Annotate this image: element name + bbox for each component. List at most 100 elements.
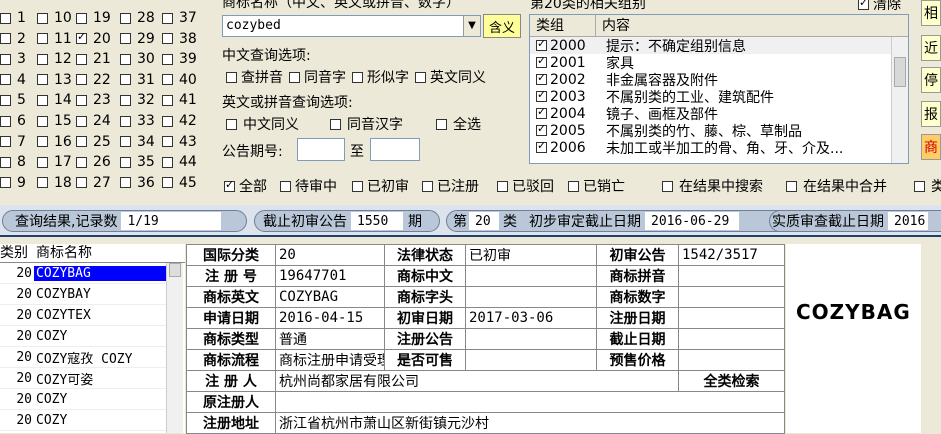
class-checkbox[interactable] bbox=[76, 156, 87, 168]
class-option-27[interactable]: 27 bbox=[76, 173, 111, 193]
class-checkbox[interactable] bbox=[0, 94, 11, 106]
class-checkbox[interactable] bbox=[120, 177, 131, 189]
class-option-30[interactable]: 30 bbox=[120, 49, 155, 69]
trademark-row[interactable]: 20 COZY寇孜 COZY bbox=[0, 347, 166, 368]
class-option-22[interactable]: 22 bbox=[76, 70, 111, 90]
class-checkbox[interactable] bbox=[76, 74, 87, 86]
class-checkbox[interactable] bbox=[76, 12, 87, 24]
class-option-26[interactable]: 26 bbox=[76, 152, 111, 172]
issue-to-input[interactable] bbox=[370, 138, 420, 161]
group-checkbox[interactable] bbox=[536, 88, 547, 102]
result-option-checkbox[interactable] bbox=[662, 180, 673, 192]
class-option-14[interactable]: 14 bbox=[37, 90, 72, 110]
result-option-checkbox[interactable] bbox=[914, 180, 925, 192]
class-option-3[interactable]: 3 bbox=[0, 49, 26, 69]
class-option-13[interactable]: 13 bbox=[37, 70, 72, 90]
class-checkbox[interactable] bbox=[37, 115, 48, 127]
class-option-25[interactable]: 25 bbox=[76, 132, 111, 152]
status-filter[interactable]: 全部 bbox=[224, 176, 267, 196]
trademark-scrollbar[interactable] bbox=[166, 263, 183, 433]
trademark-row[interactable]: 20 COZYTEX bbox=[0, 305, 166, 326]
groups-scroll-thumb[interactable] bbox=[894, 57, 906, 87]
class-option-15[interactable]: 15 bbox=[37, 111, 72, 131]
trademark-row[interactable]: 20 COZYBAY bbox=[0, 284, 166, 305]
group-row[interactable]: 2000提示：不确定组别信息 bbox=[530, 37, 908, 55]
group-checkbox[interactable] bbox=[536, 37, 547, 51]
status-checkbox[interactable] bbox=[280, 180, 291, 192]
issue-from-input[interactable] bbox=[297, 138, 345, 161]
result-option-checkbox[interactable] bbox=[786, 180, 797, 192]
class-checkbox[interactable] bbox=[76, 30, 87, 45]
class-option-44[interactable]: 44 bbox=[162, 152, 197, 172]
class-option-5[interactable]: 5 bbox=[0, 90, 26, 110]
hanyi-button[interactable]: 含义 bbox=[483, 14, 521, 38]
group-row[interactable]: 2005不属别类的竹、藤、棕、草制品 bbox=[530, 122, 908, 140]
class-option-34[interactable]: 34 bbox=[120, 132, 155, 152]
class-option-9[interactable]: 9 bbox=[0, 173, 26, 193]
cn-option-checkbox[interactable] bbox=[226, 71, 237, 83]
group-row[interactable]: 2002非金属容器及附件 bbox=[530, 71, 908, 89]
all-class-search-button[interactable]: 全类检索 bbox=[678, 370, 785, 392]
result-option[interactable]: 类 bbox=[914, 176, 941, 196]
class-checkbox[interactable] bbox=[37, 177, 48, 189]
class-checkbox[interactable] bbox=[162, 74, 173, 86]
class-checkbox[interactable] bbox=[37, 156, 48, 168]
result-option[interactable]: 在结果中合并 bbox=[786, 176, 887, 196]
en-option[interactable]: 中文同义 bbox=[226, 114, 299, 134]
cn-option[interactable]: 查拼音 bbox=[226, 67, 283, 87]
class-checkbox[interactable] bbox=[37, 136, 48, 148]
side-button[interactable]: 报 bbox=[921, 101, 941, 127]
status-filter[interactable]: 已注册 bbox=[422, 176, 479, 196]
class-checkbox[interactable] bbox=[120, 74, 131, 86]
class-option-18[interactable]: 18 bbox=[37, 173, 72, 193]
group-checkbox[interactable] bbox=[536, 71, 547, 85]
status-checkbox[interactable] bbox=[224, 178, 235, 192]
class-option-12[interactable]: 12 bbox=[37, 49, 72, 69]
class-option-20[interactable]: 20 bbox=[76, 29, 111, 49]
result-option[interactable]: 在结果中搜索 bbox=[662, 176, 763, 196]
status-filter[interactable]: 已初审 bbox=[352, 176, 409, 196]
class-checkbox[interactable] bbox=[162, 136, 173, 148]
class-option-42[interactable]: 42 bbox=[162, 111, 197, 131]
class-checkbox[interactable] bbox=[76, 136, 87, 148]
status-filter[interactable]: 已销亡 bbox=[568, 176, 625, 196]
side-button[interactable]: 相 bbox=[921, 0, 941, 26]
class-option-8[interactable]: 8 bbox=[0, 152, 26, 172]
class-checkbox[interactable] bbox=[120, 33, 131, 45]
class-option-41[interactable]: 41 bbox=[162, 90, 197, 110]
class-option-43[interactable]: 43 bbox=[162, 132, 197, 152]
group-checkbox[interactable] bbox=[536, 54, 547, 68]
class-checkbox[interactable] bbox=[162, 177, 173, 189]
side-button[interactable]: 近 bbox=[921, 35, 941, 61]
status-checkbox[interactable] bbox=[352, 180, 363, 192]
group-checkbox[interactable] bbox=[536, 122, 547, 136]
class-option-38[interactable]: 38 bbox=[162, 29, 197, 49]
cn-option[interactable]: 同音字 bbox=[289, 67, 346, 87]
class-option-35[interactable]: 35 bbox=[120, 152, 155, 172]
class-option-11[interactable]: 11 bbox=[37, 29, 72, 49]
name-select[interactable]: cozybed ▼ bbox=[222, 15, 481, 37]
class-checkbox[interactable] bbox=[120, 94, 131, 106]
trademark-scroll-thumb[interactable] bbox=[169, 263, 181, 277]
class-option-33[interactable]: 33 bbox=[120, 111, 155, 131]
class-checkbox[interactable] bbox=[37, 53, 48, 65]
class-option-29[interactable]: 29 bbox=[120, 29, 155, 49]
class-checkbox[interactable] bbox=[37, 74, 48, 86]
class-checkbox[interactable] bbox=[0, 53, 11, 65]
class-checkbox[interactable] bbox=[162, 156, 173, 168]
class-option-37[interactable]: 37 bbox=[162, 8, 197, 28]
cn-option-checkbox[interactable] bbox=[352, 71, 363, 83]
class-checkbox[interactable] bbox=[0, 74, 11, 86]
class-checkbox[interactable] bbox=[76, 177, 87, 189]
clear-checkbox[interactable] bbox=[858, 0, 869, 10]
class-option-2[interactable]: 2 bbox=[0, 29, 26, 49]
status-filter[interactable]: 待审中 bbox=[280, 176, 337, 196]
class-option-7[interactable]: 7 bbox=[0, 132, 26, 152]
class-checkbox[interactable] bbox=[120, 115, 131, 127]
class-option-32[interactable]: 32 bbox=[120, 90, 155, 110]
trademark-row[interactable]: 20 COZY bbox=[0, 389, 166, 410]
groups-list[interactable]: 类组 内容 2000提示：不确定组别信息2001家具2002非金属容器及附件20… bbox=[529, 14, 909, 164]
class-option-17[interactable]: 17 bbox=[37, 152, 72, 172]
class-checkbox[interactable] bbox=[0, 177, 11, 189]
cn-option-checkbox[interactable] bbox=[415, 71, 426, 83]
